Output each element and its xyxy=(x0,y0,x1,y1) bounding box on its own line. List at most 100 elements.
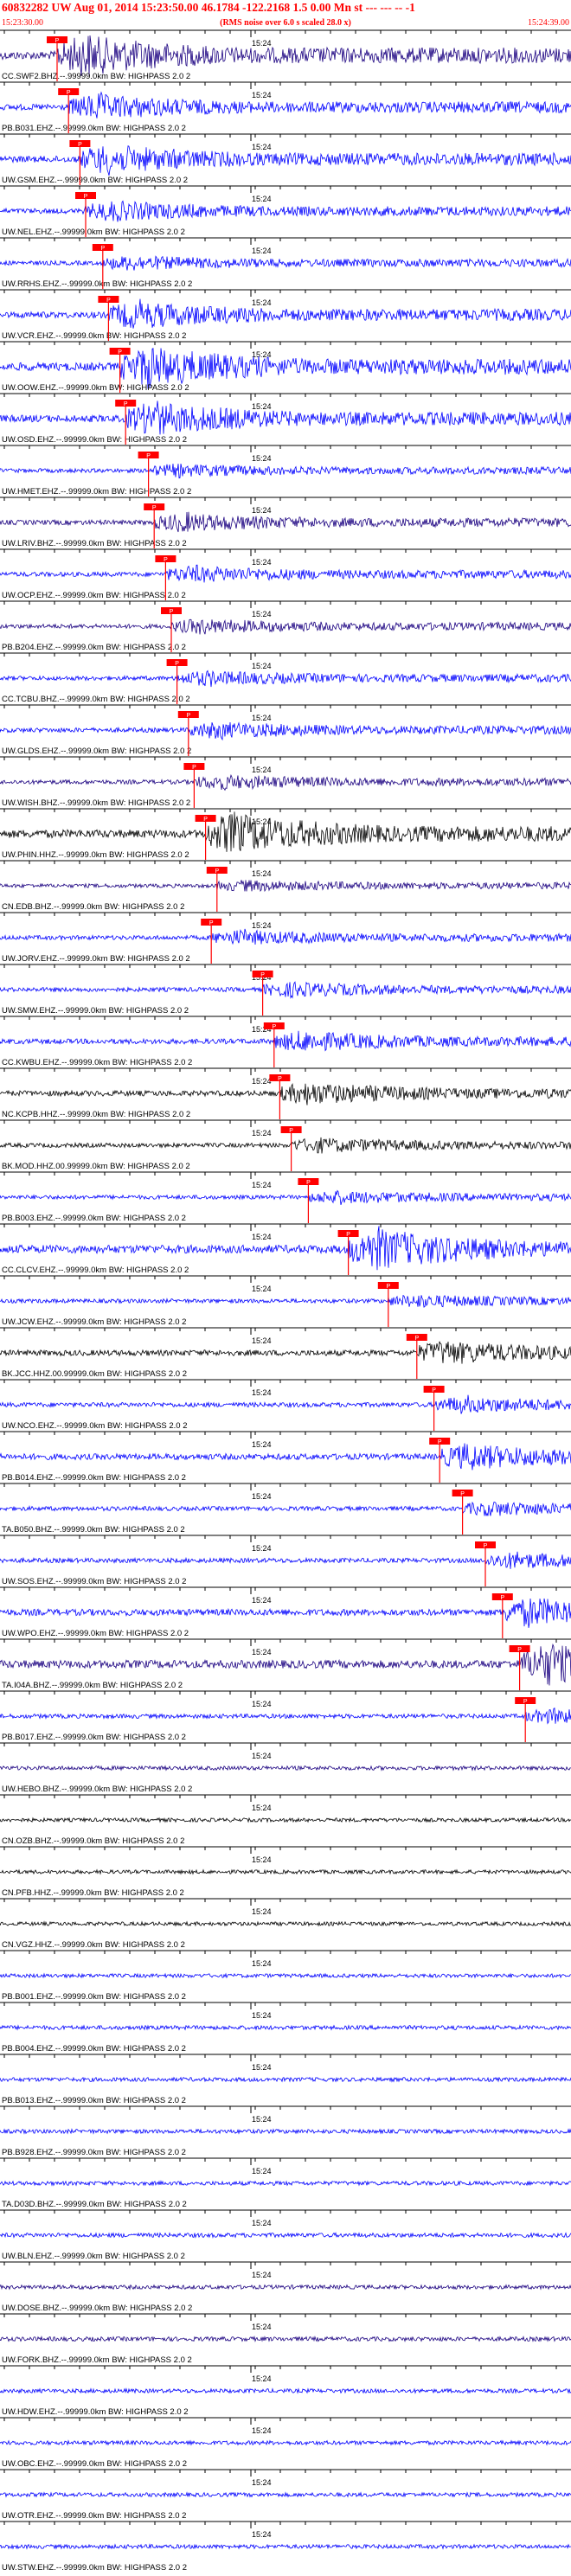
station-label: UW.WISH.BHZ.--.99999.0km BW: HIGHPASS 2.… xyxy=(2,798,190,808)
waveform xyxy=(0,670,571,688)
trace-row: 15:24 UW.WISH.BHZ.--.99999.0km BW: HIGHPA… xyxy=(0,756,571,808)
station-label: UW.SMW.EHZ.--.99999.0km BW: HIGHPASS 2.0… xyxy=(2,1006,189,1016)
waveform xyxy=(0,1817,571,1823)
waveform xyxy=(0,2232,571,2239)
pick-flag-label: P xyxy=(67,90,71,96)
minute-tick-label: 15:24 xyxy=(252,143,272,151)
trace-row: 15:24 UW.STW.EHZ.--.99999.0km BW: HIGHPAS… xyxy=(0,2521,571,2573)
pick-flag-label: P xyxy=(106,298,111,304)
waveform xyxy=(0,400,571,435)
minute-tick-label: 15:24 xyxy=(252,1077,272,1086)
waveform xyxy=(0,1189,571,1206)
trace-row: 15:24 UW.OBC.EHZ.--.99999.0km BW: HIGHPAS… xyxy=(0,2417,571,2469)
station-label: PB.B017.EHZ.--.99999.0km BW: HIGHPASS 2.… xyxy=(2,1733,186,1742)
trace-row: 15:24 BK.JCC.HHZ.00.99999.0km BW: HIGHPAS… xyxy=(0,1327,571,1379)
trace-row: 15:24 PB.B004.EHZ.--.99999.0km BW: HIGHPA… xyxy=(0,2002,571,2054)
station-label: PB.B001.EHZ.--.99999.0km BW: HIGHPASS 2.… xyxy=(2,1992,186,2002)
pick-flag-label: P xyxy=(484,1543,488,1549)
trace-row: 15:24 NC.KCPB.HHZ.--.99999.0km BW: HIGHPA… xyxy=(0,1067,571,1119)
pick-flag-label: P xyxy=(272,1024,276,1030)
waveform xyxy=(0,1868,571,1875)
minute-tick-label: 15:24 xyxy=(252,1596,272,1605)
pick-flag-label: P xyxy=(84,194,88,200)
minute-tick-label: 15:24 xyxy=(252,2271,272,2279)
minute-tick-label: 15:24 xyxy=(252,2063,272,2072)
minute-tick-label: 15:24 xyxy=(252,1388,272,1397)
pick-flag-label: P xyxy=(55,38,60,44)
trace-row: 15:24 UW.LRIV.BHZ.--.99999.0km BW: HIGHPA… xyxy=(0,497,571,548)
waveform xyxy=(0,2491,571,2498)
minute-tick-label: 15:24 xyxy=(252,2323,272,2331)
minute-tick-label: 15:24 xyxy=(252,1700,272,1708)
waveform xyxy=(0,255,571,271)
waveform xyxy=(0,1501,571,1516)
station-label: PB.B204.EHZ.--.99999.0km BW: HIGHPASS 2.… xyxy=(2,643,186,652)
pick-flag-label: P xyxy=(432,1387,436,1394)
trace-row: 15:24 CN.EDB.BHZ.--.99999.0km BW: HIGHPAS… xyxy=(0,860,571,912)
pick-flag-label: P xyxy=(386,1284,390,1290)
trace-row: 15:24 PB.B204.EHZ.--.99999.0km BW: HIGHPA… xyxy=(0,600,571,652)
trace-row: 15:24UW.OOW.EHZ.--.99999.0km BW: HIGHPAS… xyxy=(0,341,571,393)
station-label: UW.GLDS.EHZ.--.99999.0km BW: HIGHPASS 2.… xyxy=(2,747,191,756)
rms-note: (RMS noise over 6.0 s scaled 28.0 x) xyxy=(220,18,351,28)
minute-tick-label: 15:24 xyxy=(252,1804,272,1812)
station-label: CN.OZB.BHZ.--.99999.0km BW: HIGHPASS 2.0… xyxy=(2,1836,184,1846)
trace-row: 15:24 PB.B017.EHZ.--.99999.0km BW: HIGHPA… xyxy=(0,1690,571,1742)
minute-tick-label: 15:24 xyxy=(252,714,272,722)
minute-tick-label: 15:24 xyxy=(252,2219,272,2227)
waveform xyxy=(0,1394,571,1414)
station-label: UW.GSM.EHZ.--.99999.0km BW: HIGHPASS 2.0… xyxy=(2,176,188,185)
waveform xyxy=(0,928,571,945)
minute-tick-label: 15:24 xyxy=(252,1907,272,1916)
trace-row: 15:24 UW.VCR.EHZ.--.99999.0km BW: HIGHPAS… xyxy=(0,289,571,341)
waveform xyxy=(0,774,571,791)
station-label: PB.B928.EHZ.--.99999.0km BW: HIGHPASS 2.… xyxy=(2,2148,186,2157)
trace-row: 15:24 UW.JCW.EHZ.--.99999.0km BW: HIGHPAS… xyxy=(0,1275,571,1327)
station-label: UW.JORV.EHZ.--.99999.0km BW: HIGHPASS 2.… xyxy=(2,954,190,964)
trace-row: 15:24 UW.WPO.EHZ.--.99999.0km BW: HIGHPAS… xyxy=(0,1586,571,1638)
station-label: NC.KCPB.HHZ.--.99999.0km BW: HIGHPASS 2.… xyxy=(2,1110,190,1119)
station-label: UW.WPO.EHZ.--.99999.0km BW: HIGHPASS 2.0… xyxy=(2,1629,189,1638)
pick-flag-label: P xyxy=(438,1439,442,1445)
waveform xyxy=(0,564,571,583)
trace-row: 15:24 PB.B031.EHZ.--.99999.0km BW: HIGHPA… xyxy=(0,81,571,133)
event-title: 60832282 UW Aug 01, 2014 15:23:50.00 46.… xyxy=(2,1,415,14)
minute-tick-label: 15:24 xyxy=(252,662,272,670)
trace-row: 15:24 UW.SOS.EHZ.--.99999.0km BW: HIGHPAS… xyxy=(0,1535,571,1586)
waveform xyxy=(0,298,571,329)
waveform xyxy=(0,1030,571,1052)
waveform xyxy=(0,1643,571,1686)
minute-tick-label: 15:24 xyxy=(252,2426,272,2435)
pick-flag-label: P xyxy=(175,661,179,667)
minute-tick-label: 15:24 xyxy=(252,1129,272,1137)
pick-flag-label: P xyxy=(146,453,151,459)
waveform xyxy=(0,1137,571,1154)
minute-tick-label: 15:24 xyxy=(252,921,272,930)
station-label: UW.HDW.EHZ.--.99999.0km BW: HIGHPASS 2.0… xyxy=(2,2407,189,2417)
station-label: CC.TCBU.BHZ.--.99999.0km BW: HIGHPASS 2.… xyxy=(2,695,190,704)
station-label: UW.HMET.EHZ.--.99999.0km BW: HIGHPASS 2.… xyxy=(2,487,191,497)
pick-flag-label: P xyxy=(306,1180,311,1186)
minute-tick-label: 15:24 xyxy=(252,766,272,774)
minute-tick-label: 15:24 xyxy=(252,558,272,567)
trace-row: 15:24 UW.NEL.EHZ.--.99999.0km BW: HIGHPAS… xyxy=(0,185,571,237)
station-label: CC.SWF2.BHZ.--.99999.0km BW: HIGHPASS 2.… xyxy=(2,72,190,81)
trace-row: 15:24 BK.MOD.HHZ.00.99999.0km BW: HIGHPAS… xyxy=(0,1119,571,1171)
waveform xyxy=(0,1765,571,1772)
waveform xyxy=(0,464,571,479)
station-label: CN.EDB.BHZ.--.99999.0km BW: HIGHPASS 2.0… xyxy=(2,902,184,912)
waveform xyxy=(0,1443,571,1471)
station-label: BK.JCC.HHZ.00.99999.0km BW: HIGHPASS 2.0… xyxy=(2,1369,187,1379)
trace-row: 15:24 CC.TCBU.BHZ.--.99999.0km BW: HIGHPA… xyxy=(0,652,571,704)
waveform xyxy=(0,2128,571,2135)
trace-row: 15:24 UW.OSD.EHZ.--.99999.0km BW: HIGHPAS… xyxy=(0,393,571,445)
station-label: UW.OSD.EHZ.--.99999.0km BW: HIGHPASS 2.0… xyxy=(2,435,187,445)
waveform xyxy=(0,91,571,119)
waveform xyxy=(0,2439,571,2446)
pick-flag-label: P xyxy=(118,349,122,356)
pick-flag-label: P xyxy=(100,246,105,252)
trace-row: 15:24CC.KWBU.EHZ.--.99999.0km BW: HIGHPA… xyxy=(0,1016,571,1067)
trace-row: 15:24 UW.JORV.EHZ.--.99999.0km BW: HIGHPA… xyxy=(0,912,571,964)
trace-row: 15:24 UW.HEBO.BHZ.--.99999.0km BW: HIGHPA… xyxy=(0,1742,571,1794)
waveform xyxy=(0,2076,571,2083)
